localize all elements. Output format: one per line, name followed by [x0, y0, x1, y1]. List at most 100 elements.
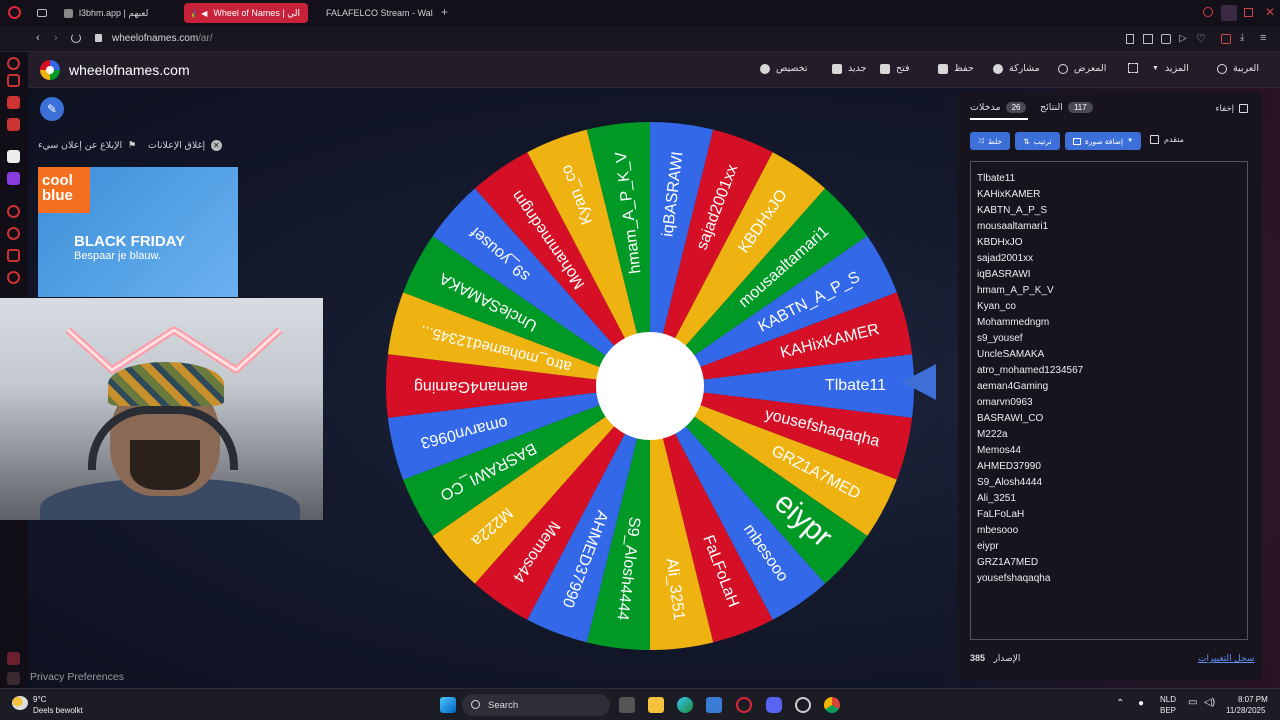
sort-button[interactable]: ⇅ ترتيب: [1015, 132, 1060, 150]
discord-icon[interactable]: [766, 697, 782, 713]
add-image-button[interactable]: إضافة صورة ▼: [1065, 132, 1141, 150]
settings-app-icon[interactable]: [795, 697, 811, 713]
vpn-icon[interactable]: ▷: [1179, 33, 1187, 44]
entry-item[interactable]: AHMED37990: [977, 459, 1241, 475]
entry-item[interactable]: BASRAWI_CO: [977, 411, 1241, 427]
heart-icon[interactable]: ♡: [1196, 32, 1206, 45]
nav-more[interactable]: ▼ المزيد: [1152, 63, 1189, 74]
lock-icon[interactable]: [95, 34, 102, 42]
player-icon[interactable]: [7, 205, 20, 218]
menu-icon[interactable]: ≡: [1260, 32, 1266, 44]
weather-icon[interactable]: [12, 696, 28, 710]
entry-item[interactable]: KAHixKAMER: [977, 187, 1241, 203]
entry-item[interactable]: s9_yousef: [977, 331, 1241, 347]
nav-customize[interactable]: تخصيص: [760, 63, 808, 74]
edge-icon[interactable]: [677, 697, 693, 713]
tab-entries[interactable]: مدخلات 26: [970, 102, 1027, 113]
adblock-icon[interactable]: [1161, 34, 1171, 44]
task-view-icon[interactable]: [619, 697, 635, 713]
entry-item[interactable]: omarvn0963: [977, 395, 1241, 411]
pinboard-icon[interactable]: [7, 249, 20, 262]
settings-icon[interactable]: [7, 271, 20, 284]
entry-item[interactable]: UncleSAMAKA: [977, 347, 1241, 363]
screenshot-icon[interactable]: [1143, 34, 1153, 44]
entry-item[interactable]: Tlbate11: [977, 171, 1241, 187]
edit-button[interactable]: ✎: [40, 97, 64, 121]
entry-item[interactable]: sajad2001xx: [977, 251, 1241, 267]
entry-item[interactable]: aeman4Gaming: [977, 379, 1241, 395]
entry-item[interactable]: KABTN_A_P_S: [977, 203, 1241, 219]
minimize-icon[interactable]: [1221, 5, 1237, 21]
reload-icon[interactable]: [71, 33, 81, 43]
clock-date[interactable]: 11/28/2025: [1226, 706, 1265, 715]
tab-results[interactable]: النتائج 117: [1040, 102, 1093, 113]
changelog-link[interactable]: سجل التغييرات: [1198, 653, 1254, 664]
tab-manager-icon[interactable]: [37, 9, 47, 17]
start-icon[interactable]: [440, 697, 456, 713]
store-icon[interactable]: [706, 697, 722, 713]
display-icon[interactable]: ▭: [1188, 697, 1197, 708]
entry-item[interactable]: atro_mohamed1234567: [977, 363, 1241, 379]
messenger-icon[interactable]: [7, 96, 20, 109]
bookmark-icon[interactable]: [1126, 34, 1134, 44]
chrome-icon[interactable]: [824, 697, 840, 713]
workspaces-icon[interactable]: [7, 74, 20, 87]
aria-icon[interactable]: [7, 57, 20, 70]
wheel[interactable]: Tlbate11yousefshaqaqhaGRZ1A7MEDeiyprmbes…: [384, 120, 916, 652]
entry-item[interactable]: Ali_3251: [977, 491, 1241, 507]
nav-gallery[interactable]: المعرض: [1058, 63, 1106, 74]
close-window-icon[interactable]: ✕: [1265, 5, 1275, 19]
download-icon[interactable]: ⤓: [1240, 32, 1244, 43]
nav-new[interactable]: جديد: [832, 63, 867, 74]
entry-item[interactable]: mbesooo: [977, 523, 1241, 539]
tab-wheel-of-names[interactable]: ◀ Wheel of Names | الي: [184, 3, 308, 23]
language-indicator-1[interactable]: NLD: [1160, 695, 1176, 704]
taskbar-search[interactable]: Search: [462, 694, 610, 716]
opera-taskbar-icon[interactable]: [736, 697, 752, 713]
entry-item[interactable]: GRZ1A7MED: [977, 555, 1241, 571]
nav-share[interactable]: مشاركة: [993, 63, 1040, 74]
nav-fullscreen[interactable]: [1128, 63, 1138, 73]
tab-falafelco-stream[interactable]: FALAFELCO Stream - Wal: [312, 3, 434, 23]
close-ads-link[interactable]: إغلاق الإعلانات ✕: [148, 140, 222, 151]
tab-l3bhm[interactable]: l3bhm.app | لعبهم: [56, 3, 178, 23]
entry-item[interactable]: mousaaltamari1: [977, 219, 1241, 235]
hide-checkbox[interactable]: [1239, 104, 1248, 113]
new-tab-button[interactable]: +: [441, 5, 448, 19]
search-tabs-icon[interactable]: [1203, 7, 1213, 17]
entry-item[interactable]: hmam_A_P_K_V: [977, 283, 1241, 299]
entry-item[interactable]: Mohammedngm: [977, 315, 1241, 331]
entry-item[interactable]: FaLFoLaH: [977, 507, 1241, 523]
entry-item[interactable]: Kyan_co: [977, 299, 1241, 315]
entry-item[interactable]: iqBASRAWI: [977, 267, 1241, 283]
entries-textarea[interactable]: Tlbate11 KAHixKAMER KABTN_A_P_S mousaaltama…: [970, 161, 1248, 640]
shuffle-button[interactable]: ⤨ خلط: [970, 132, 1010, 150]
wallet-icon[interactable]: [1221, 34, 1231, 44]
advertisement[interactable]: cool blue BLACK FRIDAY Bespaar je blauw.: [38, 167, 238, 297]
wheel-center[interactable]: [596, 332, 704, 440]
entry-item[interactable]: S9_Alosh4444: [977, 475, 1241, 491]
nav-language[interactable]: العربية: [1217, 63, 1259, 74]
nav-open[interactable]: فتح: [880, 63, 910, 74]
more-icon[interactable]: [7, 672, 20, 685]
kick-icon[interactable]: [7, 150, 20, 163]
hide-toggle[interactable]: إخفاء: [1215, 103, 1248, 114]
advanced-toggle[interactable]: متقدم: [1150, 135, 1184, 144]
twitch-icon[interactable]: [7, 172, 20, 185]
entry-item[interactable]: KBDHxJO: [977, 235, 1241, 251]
language-indicator-2[interactable]: BEP: [1160, 706, 1176, 715]
privacy-preferences-link[interactable]: Privacy Preferences: [30, 671, 124, 683]
report-ad-link[interactable]: الإبلاغ عن إعلان سيء ⚑: [38, 140, 136, 151]
forward-icon[interactable]: ›: [54, 32, 58, 44]
file-explorer-icon[interactable]: [648, 697, 664, 713]
nav-save[interactable]: حفظ: [938, 63, 974, 74]
entry-item[interactable]: eiypr: [977, 539, 1241, 555]
entry-item[interactable]: yousefshaqaqha: [977, 571, 1241, 587]
entry-item[interactable]: M222a: [977, 427, 1241, 443]
history-icon[interactable]: [7, 227, 20, 240]
wheel-logo-icon[interactable]: [40, 60, 60, 80]
clock-time[interactable]: 8:07 PM: [1238, 695, 1268, 704]
tray-chevron-icon[interactable]: ⌃: [1116, 698, 1124, 709]
mail-icon[interactable]: [7, 118, 20, 131]
entry-item[interactable]: Memos44: [977, 443, 1241, 459]
